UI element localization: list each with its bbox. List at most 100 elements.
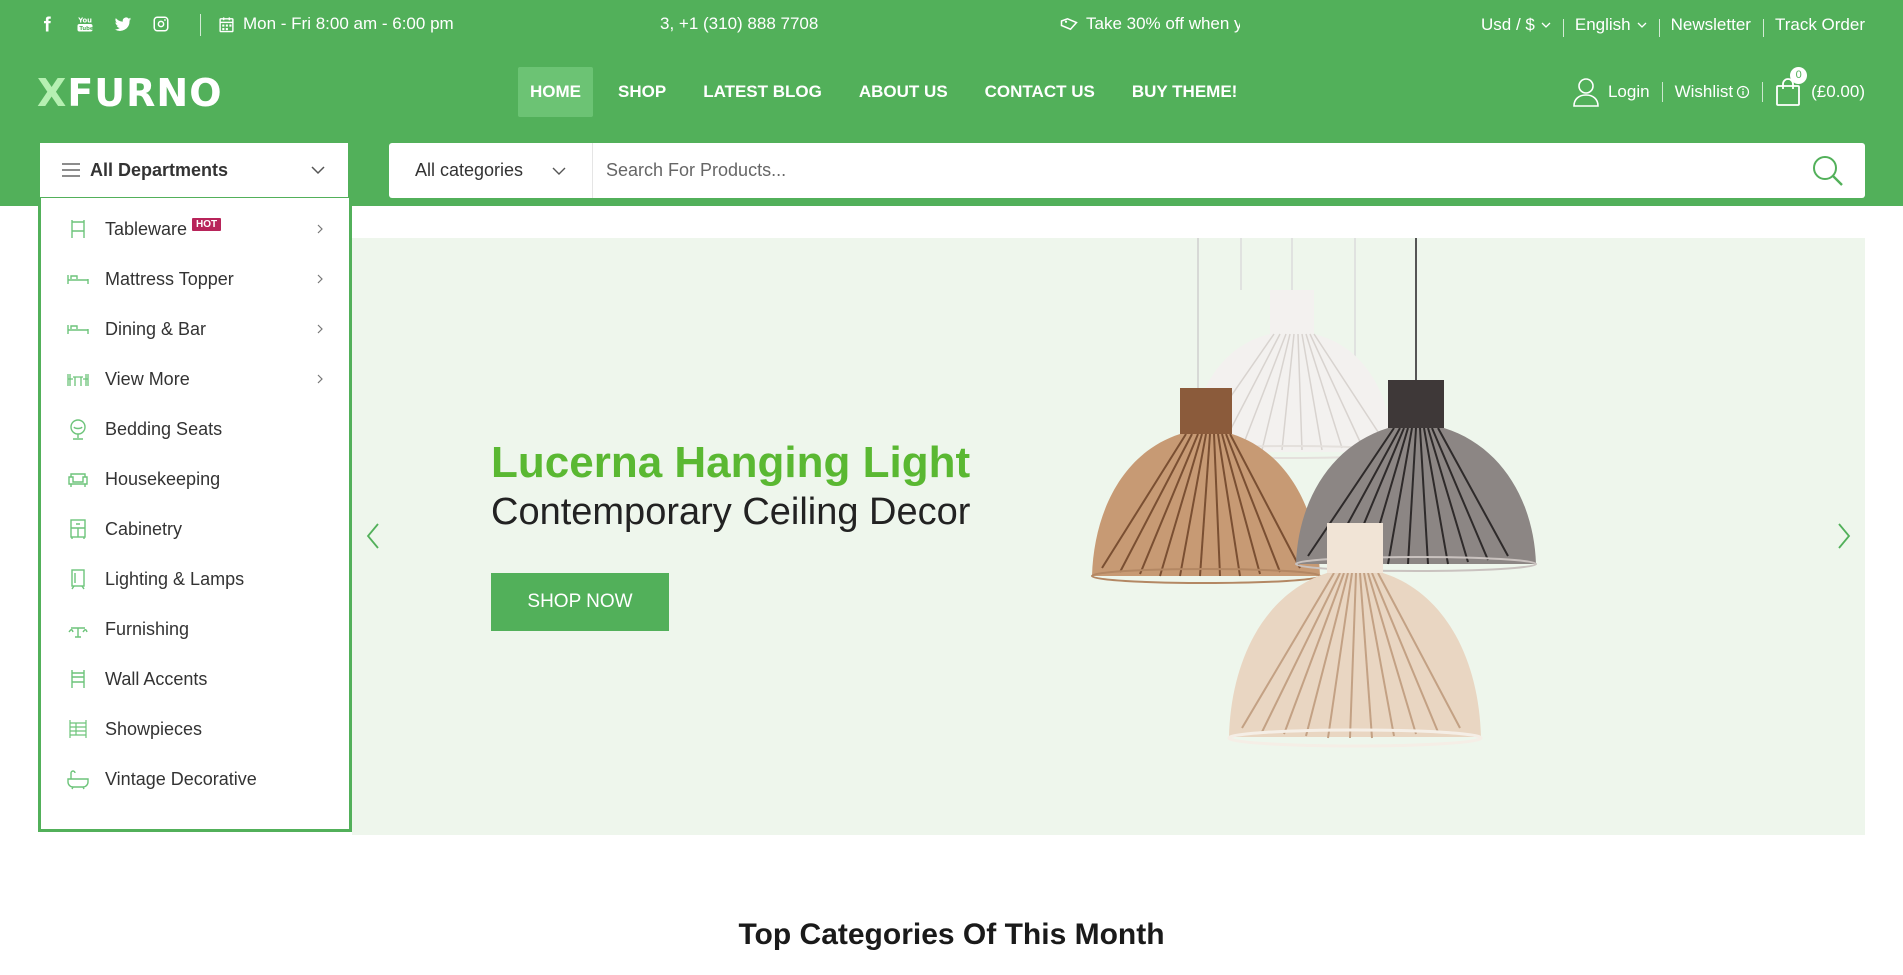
wishlist-link[interactable]: Wishlist	[1675, 82, 1751, 102]
business-hours: Mon - Fri 8:00 am - 6:00 pm	[218, 14, 454, 34]
currency-selector[interactable]: Usd / $	[1469, 15, 1563, 35]
svg-text:You: You	[77, 17, 92, 25]
department-label: Lighting & Lamps	[105, 568, 245, 589]
search-row: All Departments All categories	[0, 134, 1903, 206]
main-nav: HOME SHOP LATEST BLOG ABOUT US CONTACT U…	[518, 67, 1262, 117]
site-logo[interactable]: XFURNO	[37, 71, 223, 115]
hero-slider: Lucerna Hanging Light Contemporary Ceili…	[352, 238, 1865, 835]
cabinet-icon	[65, 518, 91, 540]
department-item-furnishing[interactable]: Furnishing	[41, 604, 349, 654]
divider	[200, 14, 201, 36]
nav-about-us[interactable]: ABOUT US	[847, 67, 960, 117]
login-link[interactable]: Login	[1572, 77, 1650, 107]
chevron-down-icon	[552, 167, 566, 175]
bed-icon	[65, 318, 91, 340]
chair-icon	[65, 668, 91, 690]
category-select-value: All categories	[415, 160, 524, 180]
hero-title: Lucerna Hanging Light	[491, 438, 971, 487]
header-actions: Login Wishlist 0 (£0.00)	[1572, 67, 1865, 107]
search-icon	[1813, 155, 1843, 186]
chevron-right-icon	[317, 374, 323, 384]
svg-text:Tube: Tube	[79, 26, 94, 32]
all-departments-toggle[interactable]: All Departments	[38, 141, 350, 199]
nav-shop[interactable]: SHOP	[606, 67, 678, 117]
mirror-icon	[65, 568, 91, 590]
search-button[interactable]	[1791, 143, 1865, 198]
nav-contact-us[interactable]: CONTACT US	[973, 67, 1107, 117]
bathtub-icon	[65, 768, 91, 790]
user-icon	[1573, 78, 1599, 107]
top-bar-links: Usd / $ English Newsletter Track Order	[1469, 0, 1865, 50]
department-item-bedding-seats[interactable]: Bedding Seats	[41, 404, 349, 454]
chevron-right-icon	[317, 274, 323, 284]
product-search: All categories	[389, 143, 1865, 198]
nav-home[interactable]: HOME	[518, 67, 593, 117]
cart-link[interactable]: 0 (£0.00)	[1775, 67, 1865, 107]
pendant-lamps-image	[1091, 238, 1537, 748]
departments-menu: Tableware HOT Mattress Topper Dining & B…	[38, 198, 352, 832]
dining-table-icon	[65, 368, 91, 390]
bed-icon	[65, 268, 91, 290]
department-item-dining-bar[interactable]: Dining & Bar	[41, 304, 349, 354]
ticker-phone: 3, +1 (310) 888 7708	[660, 14, 819, 33]
department-item-tableware[interactable]: Tableware HOT	[41, 204, 349, 254]
all-departments-label: All Departments	[90, 159, 229, 180]
divider	[1661, 82, 1663, 102]
hero-subtitle: Contemporary Ceiling Decor	[491, 491, 971, 533]
department-label: Showpieces	[105, 718, 203, 739]
lamp-icon	[65, 418, 91, 440]
department-label: Vintage Decorative	[105, 768, 257, 789]
department-label: Mattress Topper	[105, 268, 234, 289]
wishlist-label: Wishlist	[1674, 82, 1734, 101]
department-label: Dining & Bar	[105, 318, 207, 339]
track-order-link[interactable]: Track Order	[1762, 15, 1865, 37]
logo-x: X	[37, 71, 68, 115]
cart-count-badge: 0	[1790, 67, 1808, 84]
nav-buy-theme[interactable]: BUY THEME!	[1120, 67, 1249, 117]
ticker-promo: Take 30% off when y	[1060, 14, 1240, 34]
department-item-vintage-decorative[interactable]: Vintage Decorative	[41, 754, 349, 804]
hot-badge: HOT	[192, 217, 222, 231]
chevron-right-icon[interactable]	[1833, 521, 1853, 551]
department-label: Cabinetry	[105, 518, 183, 539]
info-icon	[1737, 85, 1750, 99]
announcement-ticker: 3, +1 (310) 888 7708 Take 30% off when y	[660, 0, 1240, 50]
social-links: You Tube	[38, 15, 170, 33]
department-label: Bedding Seats	[105, 418, 223, 439]
nav-latest-blog[interactable]: LATEST BLOG	[691, 67, 834, 117]
chevron-left-icon[interactable]	[364, 521, 384, 551]
menu-icon	[62, 163, 80, 177]
instagram-icon[interactable]	[152, 15, 170, 33]
language-label: English	[1574, 15, 1631, 34]
department-item-showpieces[interactable]: Showpieces	[41, 704, 349, 754]
youtube-icon[interactable]: You Tube	[76, 15, 94, 33]
department-item-mattress-topper[interactable]: Mattress Topper	[41, 254, 349, 304]
login-label: Login	[1607, 82, 1650, 101]
section-title: Top Categories Of This Month	[738, 918, 1165, 951]
department-item-cabinetry[interactable]: Cabinetry	[41, 504, 349, 554]
coupon-icon	[1060, 17, 1078, 31]
ticker-promo-text: Take 30% off when y	[1086, 14, 1240, 33]
search-input[interactable]	[593, 144, 1791, 197]
department-item-housekeeping[interactable]: Housekeeping	[41, 454, 349, 504]
category-select[interactable]: All categories	[389, 143, 593, 198]
newsletter-link[interactable]: Newsletter	[1658, 15, 1763, 37]
language-selector[interactable]: English	[1562, 15, 1659, 37]
chevron-down-icon	[1637, 22, 1647, 28]
divider	[1762, 82, 1764, 102]
currency-label: Usd / $	[1481, 15, 1535, 34]
sofa-icon	[65, 468, 91, 490]
main-header: XFURNO HOME SHOP LATEST BLOG ABOUT US CO…	[0, 50, 1903, 134]
department-item-lighting-lamps[interactable]: Lighting & Lamps	[41, 554, 349, 604]
shop-now-button[interactable]: SHOP NOW	[491, 573, 669, 631]
shelf-icon	[65, 718, 91, 740]
logo-text: FURNO	[67, 71, 223, 115]
top-bar: You Tube Mon - Fri 8:00 am - 6:00 pm 3, +…	[0, 0, 1903, 50]
twitter-icon[interactable]	[114, 15, 132, 33]
department-label: Tableware	[105, 218, 188, 239]
department-item-view-more[interactable]: View More	[41, 354, 349, 404]
chair-icon	[65, 218, 91, 240]
department-item-wall-accents[interactable]: Wall Accents	[41, 654, 349, 704]
department-label: Housekeeping	[105, 468, 221, 489]
facebook-icon[interactable]	[38, 15, 56, 33]
